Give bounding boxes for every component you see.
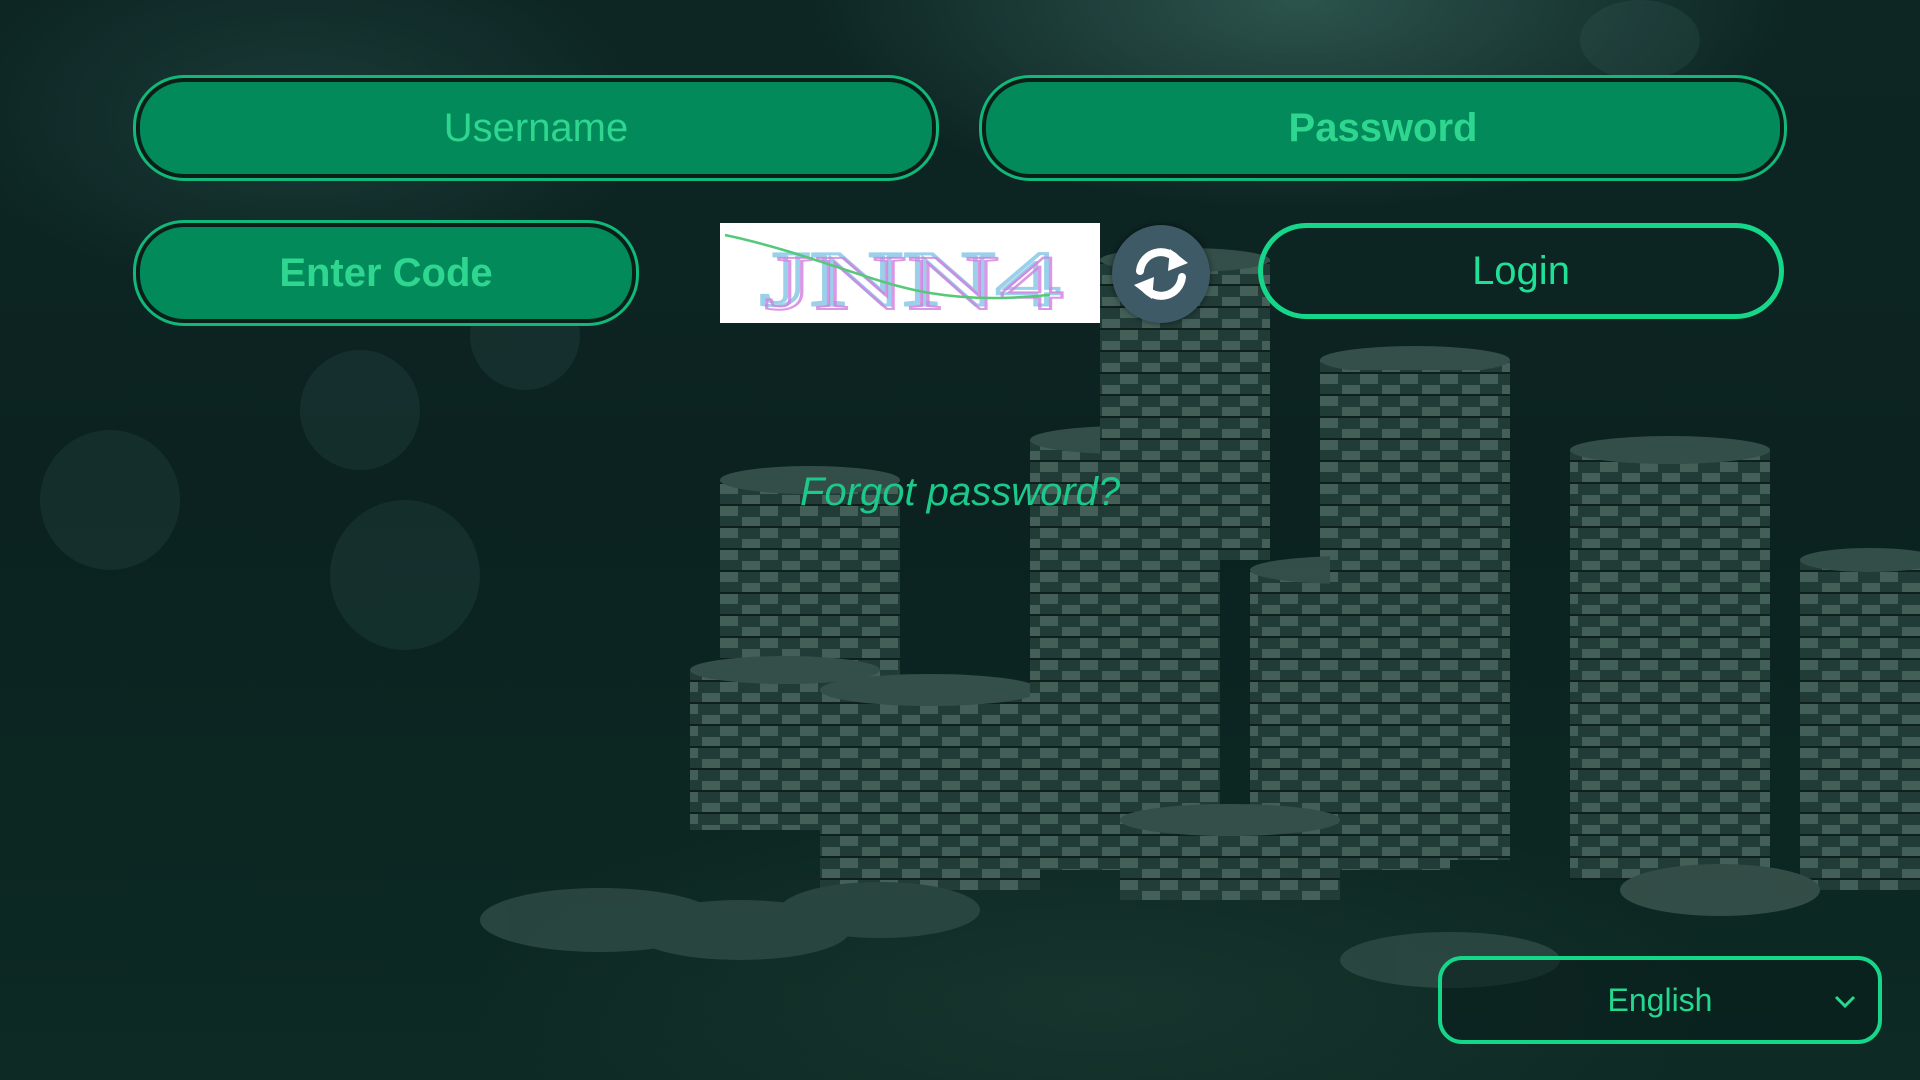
refresh-icon <box>1134 248 1188 300</box>
password-field[interactable] <box>982 78 1784 178</box>
refresh-captcha-button[interactable] <box>1112 225 1210 323</box>
language-select[interactable]: English <box>1438 956 1882 1044</box>
chevron-down-icon <box>1834 995 1856 1009</box>
language-value: English <box>1607 981 1713 1018</box>
background-bokeh <box>40 430 180 570</box>
background-bokeh <box>300 350 420 470</box>
background-bokeh <box>330 500 480 650</box>
captcha-code-input[interactable] <box>140 226 632 320</box>
password-input[interactable] <box>986 81 1780 175</box>
username-field[interactable] <box>136 78 936 178</box>
captcha-graphic: JNN4 JNN4 <box>724 234 1065 327</box>
code-field[interactable] <box>136 223 636 323</box>
background-bokeh <box>1580 0 1700 80</box>
captcha-text-shadow: JNN4 <box>764 239 1064 323</box>
login-screen: JNN4 JNN4 Login Forgot password? English <box>0 0 1920 1080</box>
login-button[interactable]: Login <box>1258 223 1784 319</box>
captcha-image: JNN4 JNN4 <box>720 223 1100 327</box>
forgot-password-link[interactable]: Forgot password? <box>800 470 1120 515</box>
username-input[interactable] <box>140 81 932 175</box>
